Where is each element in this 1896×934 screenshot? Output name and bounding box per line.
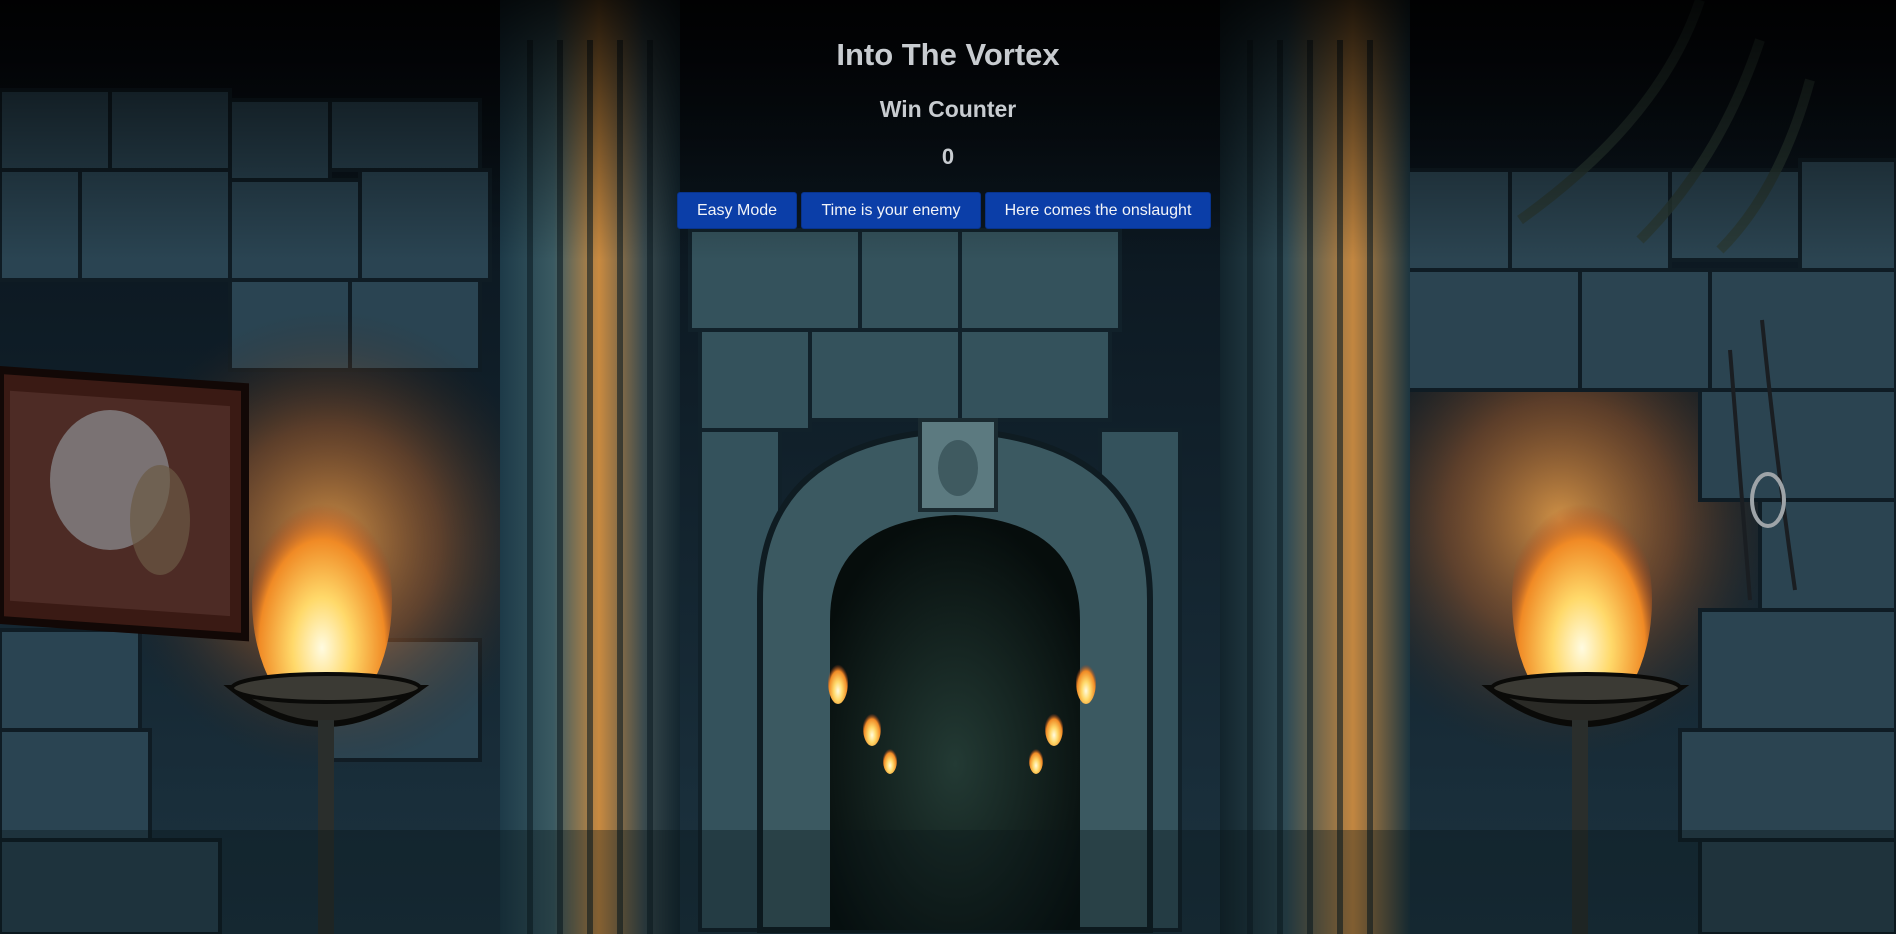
wall-painting — [0, 365, 249, 642]
easy-mode-button[interactable]: Easy Mode — [677, 192, 797, 229]
dungeon-background — [0, 0, 1896, 934]
game-title: Into The Vortex — [836, 37, 1060, 72]
win-counter-value: 0 — [941, 144, 955, 169]
win-counter-label: Win Counter — [879, 96, 1017, 122]
mode-button-row: Easy Mode Time is your enemy Here comes … — [677, 192, 1211, 229]
game-scene: Into The Vortex Win Counter 0 Easy Mode … — [0, 0, 1896, 934]
onslaught-mode-button[interactable]: Here comes the onslaught — [985, 192, 1211, 229]
time-is-your-enemy-button[interactable]: Time is your enemy — [801, 192, 981, 229]
